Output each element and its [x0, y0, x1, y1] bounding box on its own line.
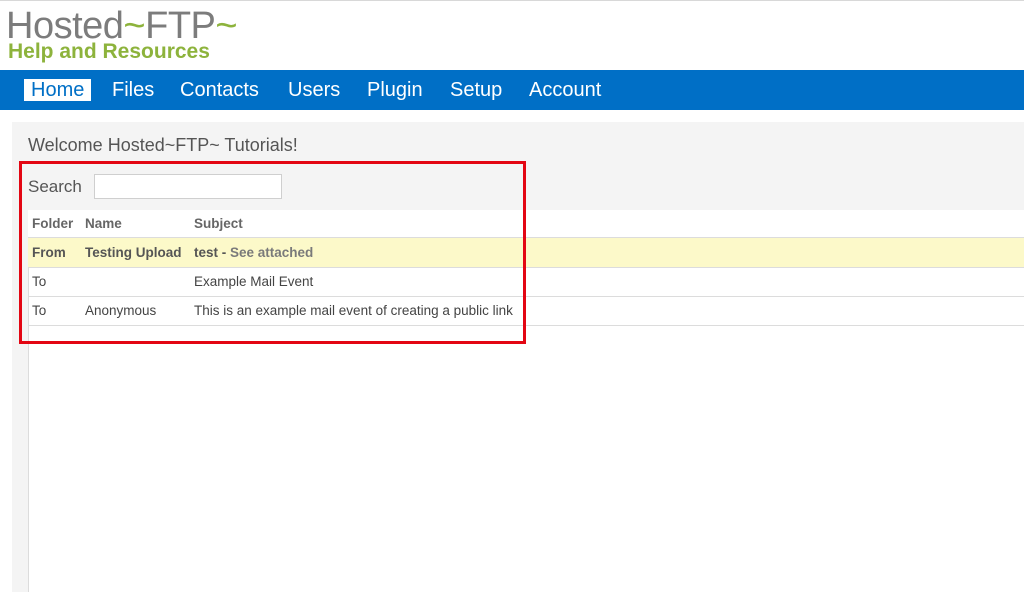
welcome-heading: Welcome Hosted~FTP~ Tutorials!: [28, 135, 298, 155]
table-row[interactable]: To Example Mail Event: [28, 267, 1024, 297]
row-name: Testing Upload: [85, 245, 182, 260]
search-input[interactable]: [94, 174, 282, 199]
column-header-name[interactable]: Name: [85, 216, 122, 232]
top-border-line: [0, 0, 1024, 1]
nav-contacts[interactable]: Contacts: [180, 79, 259, 101]
nav-account[interactable]: Account: [529, 79, 601, 101]
column-header-folder[interactable]: Folder: [32, 216, 73, 232]
table-row[interactable]: From Testing Upload test - See attached: [28, 238, 1024, 268]
row-subject: This is an example mail event of creatin…: [194, 303, 513, 319]
row-subject-text: This is an example mail event of creatin…: [194, 303, 513, 318]
row-subject: test - See attached: [194, 245, 313, 261]
nav-home[interactable]: Home: [24, 79, 92, 101]
row-name: Anonymous: [85, 303, 157, 318]
row-folder: To: [32, 303, 47, 318]
nav-users[interactable]: Users: [288, 79, 340, 101]
row-folder: To: [32, 274, 47, 289]
nav-setup[interactable]: Setup: [450, 79, 502, 101]
column-header-subject[interactable]: Subject: [194, 216, 243, 232]
row-subject-extra: See attached: [230, 245, 314, 260]
row-subject-text: Example Mail Event: [194, 274, 314, 289]
search-label: Search: [28, 177, 82, 196]
table-header: Folder Name Subject: [28, 210, 1024, 238]
nav-plugin[interactable]: Plugin: [367, 79, 423, 101]
row-folder: From: [32, 245, 66, 260]
logo-tagline: Help and Resources: [8, 40, 210, 63]
main-navbar: Home Files Contacts Users Plugin Setup A…: [0, 70, 1024, 110]
row-subject-text: test -: [194, 245, 231, 260]
row-subject: Example Mail Event: [194, 274, 313, 290]
logo-tilde: ~: [215, 5, 238, 47]
table-row[interactable]: To Anonymous This is an example mail eve…: [28, 296, 1024, 326]
nav-files[interactable]: Files: [112, 79, 154, 101]
